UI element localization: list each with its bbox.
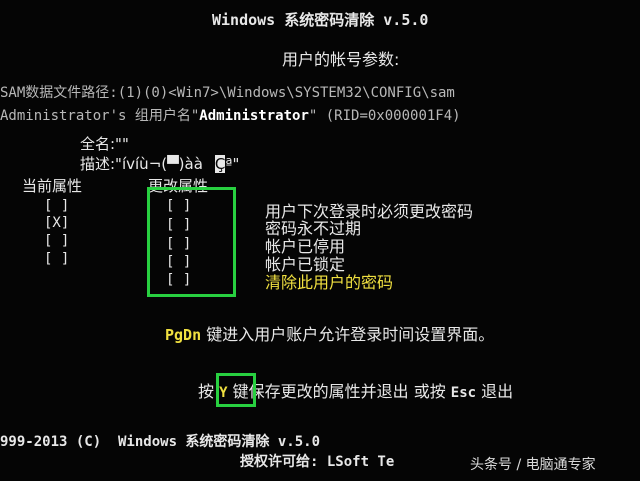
footer-license: 授权许可给: LSoft Te xyxy=(240,454,395,470)
section-title: 用户的帐号参数: xyxy=(282,50,400,69)
text-cursor: Ç xyxy=(214,155,226,173)
save-mid: 键保存更改的属性并退出 或按 xyxy=(227,382,451,401)
esc-key[interactable]: Esc xyxy=(451,385,476,401)
pgdn-text: 键进入用户账户允许登录时间设置界面。 xyxy=(201,325,495,344)
description-field[interactable]: 描述:"ívíù¬(▀)àà Çª" xyxy=(80,155,240,173)
description-label: 描述:" xyxy=(80,155,122,173)
attr-label-3: 帐户已停用 xyxy=(265,237,346,256)
pgdn-key[interactable]: PgDn xyxy=(165,326,201,344)
admin-suffix: " (RID=0x000001F4) xyxy=(308,108,461,124)
highlight-box-attrs xyxy=(147,187,236,297)
save-suffix: 退出 xyxy=(476,382,514,401)
admin-line: Administrator's 组用户名"Administrator" (RID… xyxy=(0,108,461,124)
attr-label-2: 密码永不过期 xyxy=(265,219,362,238)
pgdn-line: PgDn 键进入用户账户允许登录时间设置界面。 xyxy=(165,325,495,344)
current-attr-2: [X] xyxy=(44,215,70,231)
attr-label-4: 帐户已锁定 xyxy=(265,255,346,274)
fullname-field: 全名:"" xyxy=(80,135,129,153)
current-attr-3: [ ] xyxy=(44,233,70,249)
description-value: ívíù¬(▀)àà xyxy=(121,155,203,173)
attr-label-5-selected[interactable]: 清除此用户的密码 xyxy=(265,274,393,292)
admin-name: Administrator xyxy=(199,108,309,124)
sam-path: SAM数据文件路径:(1)(0)<Win7>\Windows\SYSTEM32\… xyxy=(0,85,455,101)
current-attr-header: 当前属性 xyxy=(22,177,83,195)
app-title: Windows 系统密码清除 v.5.0 xyxy=(212,11,429,29)
watermark-text: 头条号 / 电脑通专家 xyxy=(470,457,596,473)
footer-copyright: 999-2013 (C) Windows 系统密码清除 v.5.0 xyxy=(0,434,321,450)
current-attr-1: [ ] xyxy=(44,198,70,214)
current-attr-4: [ ] xyxy=(44,251,70,267)
admin-prefix: Administrator's 组用户名" xyxy=(0,108,200,124)
description-tail: ª" xyxy=(225,155,240,173)
highlight-box-y-key xyxy=(216,373,256,407)
